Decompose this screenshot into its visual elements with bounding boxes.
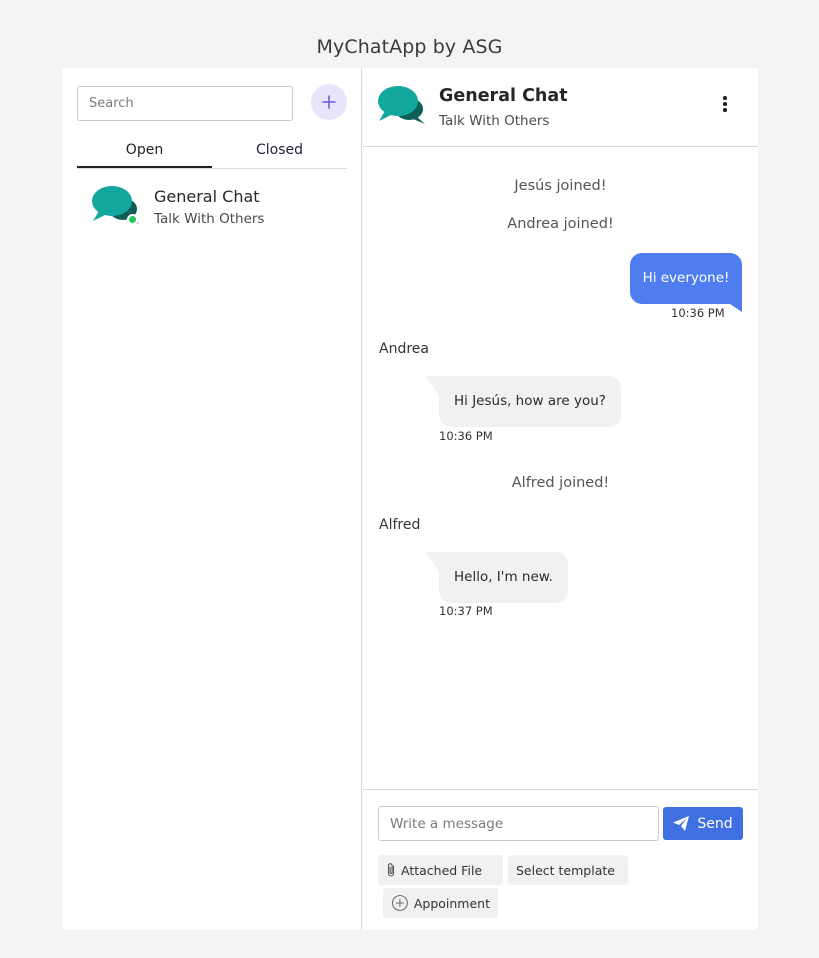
message-sender: Andrea: [379, 341, 429, 357]
message-time: 10:36 PM: [439, 429, 493, 443]
plus-icon: [322, 95, 336, 109]
message-composer: Send Attached File Select template Appoi…: [363, 789, 758, 930]
select-template-button[interactable]: Select template: [508, 855, 628, 885]
chat-tabs: Open Closed: [77, 136, 347, 169]
paper-plane-icon: [673, 816, 690, 831]
add-circle-icon: [391, 895, 408, 911]
chat-panel: Open Closed General Chat Talk With Other…: [62, 68, 758, 930]
tab-open[interactable]: Open: [77, 136, 212, 168]
chat-title: General Chat: [439, 86, 568, 106]
chat-header: General Chat Talk With Others: [363, 68, 758, 147]
chat-main: General Chat Talk With Others Jesús join…: [363, 68, 758, 930]
chat-subtitle: Talk With Others: [439, 113, 550, 129]
more-vertical-icon: [723, 96, 727, 100]
incoming-message-bubble: Hello, I'm new.: [426, 552, 568, 603]
attach-file-button[interactable]: Attached File: [378, 855, 503, 885]
online-status-dot: [127, 214, 138, 225]
chat-list-item[interactable]: General Chat Talk With Others: [77, 176, 347, 232]
send-button[interactable]: Send: [663, 807, 743, 840]
more-vertical-icon-dot: [723, 102, 727, 106]
search-input[interactable]: [77, 86, 293, 121]
app-title: MyChatApp by ASG: [316, 36, 503, 58]
system-message: Jesús joined!: [514, 178, 607, 194]
attach-file-label: Attached File: [401, 862, 483, 878]
message-time: 10:36 PM: [671, 306, 725, 320]
add-chat-button[interactable]: [311, 84, 347, 120]
chat-bubbles-icon: [378, 86, 425, 124]
appointment-button[interactable]: Appoinment: [383, 888, 498, 918]
chat-description: Talk With Others: [154, 211, 265, 227]
appointment-label: Appoinment: [413, 895, 490, 911]
paperclip-icon: [387, 863, 395, 877]
select-template-label: Select template: [516, 862, 615, 878]
more-vertical-icon-dot: [723, 108, 727, 112]
chat-name: General Chat: [154, 187, 260, 206]
system-message: Alfred joined!: [511, 475, 610, 491]
send-label: Send: [697, 815, 733, 832]
system-message: Andrea joined!: [507, 216, 614, 232]
message-list: Jesús joined! Andrea joined! Hi everyone…: [363, 148, 758, 788]
message-sender: Alfred: [379, 517, 421, 533]
message-time: 10:37 PM: [439, 604, 493, 618]
message-input[interactable]: [378, 806, 659, 841]
tab-closed[interactable]: Closed: [212, 136, 347, 168]
more-options-button[interactable]: [715, 92, 735, 116]
sidebar: Open Closed General Chat Talk With Other…: [62, 68, 362, 930]
outgoing-message-bubble: Hi everyone!: [630, 253, 742, 312]
incoming-message-bubble: Hi Jesús, how are you?: [426, 376, 621, 427]
